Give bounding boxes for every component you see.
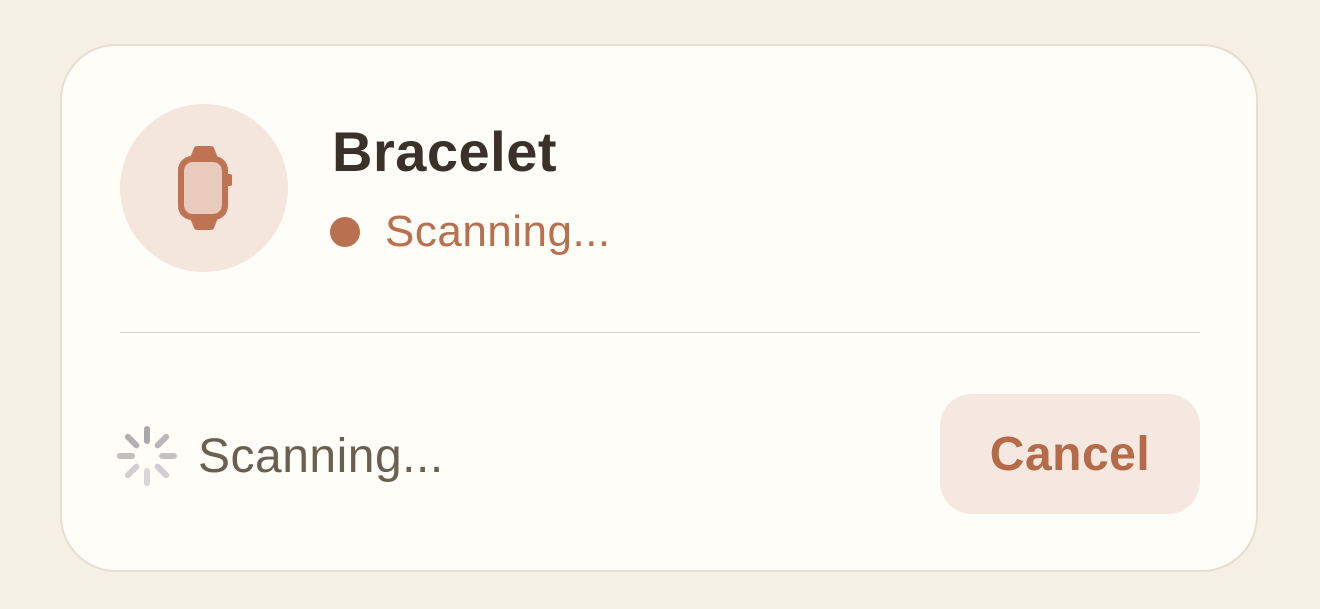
footer-status-text: Scanning... [198, 430, 444, 483]
device-name: Bracelet [332, 120, 558, 183]
device-avatar [120, 104, 288, 272]
status-dot [330, 217, 360, 247]
scan-dialog-card: Bracelet Scanning... Scanning... Cancel [60, 44, 1258, 572]
spinner-icon [116, 425, 178, 487]
divider [120, 332, 1200, 333]
device-status-text: Scanning... [385, 207, 611, 256]
cancel-button[interactable]: Cancel [940, 394, 1200, 514]
watch-icon [172, 146, 236, 230]
